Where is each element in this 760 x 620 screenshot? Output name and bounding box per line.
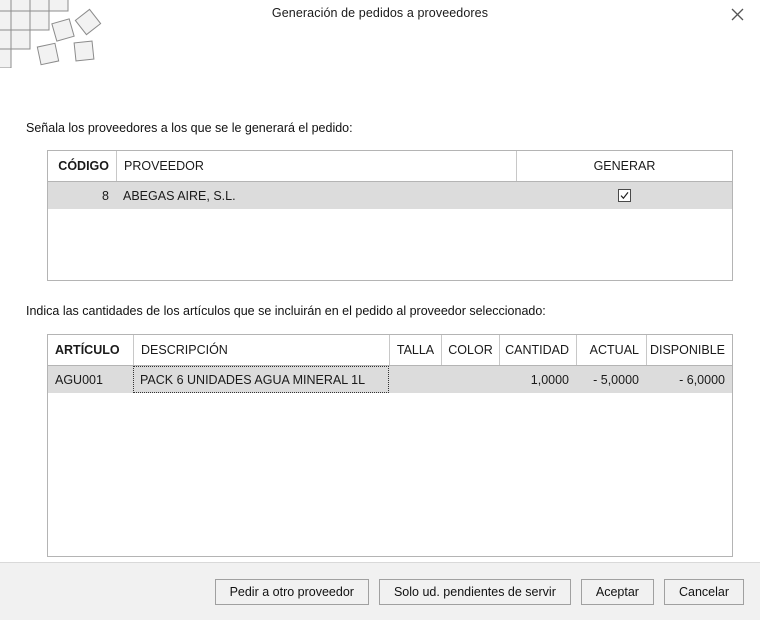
dialog-footer: Pedir a otro proveedor Solo ud. pendient… — [0, 562, 760, 620]
column-header-cantidad[interactable]: CANTIDAD — [499, 335, 576, 365]
column-header-proveedor[interactable]: PROVEEDOR — [116, 151, 516, 181]
column-header-generar[interactable]: GENERAR — [516, 151, 732, 181]
cell-cantidad[interactable]: 1,0000 — [499, 366, 576, 393]
cell-actual: - 5,0000 — [593, 372, 639, 387]
providers-header-row: CÓDIGO PROVEEDOR GENERAR — [48, 151, 732, 182]
generar-checkbox[interactable] — [617, 189, 631, 202]
cell-descripcion[interactable]: PACK 6 UNIDADES AGUA MINERAL 1L — [133, 366, 389, 393]
aceptar-button[interactable]: Aceptar — [580, 578, 654, 605]
cell-disponible: - 6,0000 — [679, 372, 725, 387]
column-header-disponible[interactable]: DISPONIBLE — [646, 335, 732, 365]
column-header-codigo[interactable]: CÓDIGO — [48, 151, 116, 181]
column-header-descripcion[interactable]: DESCRIPCIÓN — [133, 335, 389, 365]
providers-grid[interactable]: CÓDIGO PROVEEDOR GENERAR 8 ABEGAS AIRE, … — [47, 150, 733, 281]
cell-generar — [516, 182, 732, 209]
pedir-a-otro-proveedor-button[interactable]: Pedir a otro proveedor — [214, 578, 369, 605]
column-header-actual[interactable]: ACTUAL — [576, 335, 646, 365]
cell-talla — [389, 366, 441, 393]
cell-codigo: 8 — [102, 188, 109, 203]
title-bar: Generación de pedidos a proveedores — [0, 0, 760, 68]
articles-caption: Indica las cantidades de los artículos q… — [26, 304, 546, 318]
dialog-body: Señala los proveedores a los que se le g… — [0, 28, 760, 562]
column-header-color[interactable]: COLOR — [441, 335, 499, 365]
checkmark-icon — [620, 192, 628, 200]
dialog-window: Generación de pedidos a proveedores Seña… — [0, 0, 760, 620]
cancelar-button[interactable]: Cancelar — [663, 578, 744, 605]
solo-ud-pendientes-de-servir-button[interactable]: Solo ud. pendientes de servir — [378, 578, 571, 605]
providers-caption: Señala los proveedores a los que se le g… — [26, 121, 353, 135]
table-row[interactable]: AGU001 PACK 6 UNIDADES AGUA MINERAL 1L 1… — [48, 366, 732, 393]
articles-grid[interactable]: ARTÍCULO DESCRIPCIÓN TALLA COLOR CANTIDA… — [47, 334, 733, 557]
column-header-articulo[interactable]: ARTÍCULO — [48, 335, 133, 365]
table-row[interactable]: 8 ABEGAS AIRE, S.L. — [48, 182, 732, 209]
articles-header-row: ARTÍCULO DESCRIPCIÓN TALLA COLOR CANTIDA… — [48, 335, 732, 366]
close-icon — [731, 8, 743, 20]
cell-articulo: AGU001 — [55, 372, 103, 387]
window-title: Generación de pedidos a proveedores — [271, 6, 489, 20]
column-header-talla[interactable]: TALLA — [389, 335, 441, 365]
cell-proveedor: ABEGAS AIRE, S.L. — [123, 188, 236, 203]
cell-color — [441, 366, 499, 393]
close-button[interactable] — [714, 0, 760, 28]
